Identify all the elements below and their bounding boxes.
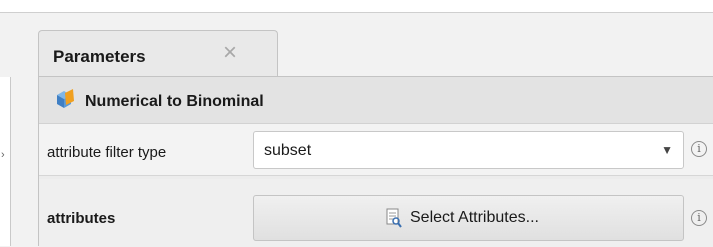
info-icon[interactable]: i bbox=[691, 210, 707, 226]
info-icon[interactable]: i bbox=[691, 141, 707, 157]
chevron-down-icon: ▼ bbox=[661, 143, 673, 157]
tab-parameters[interactable]: Parameters × bbox=[38, 30, 278, 77]
tab-bar: Parameters × bbox=[36, 30, 713, 77]
param-label: attributes bbox=[47, 210, 116, 227]
top-divider bbox=[0, 0, 713, 13]
parameters-panel: Numerical to Binominal attribute filter … bbox=[38, 76, 713, 247]
operator-header: Numerical to Binominal bbox=[39, 77, 713, 124]
param-label: attribute filter type bbox=[47, 144, 167, 161]
operator-cube-icon bbox=[57, 89, 74, 108]
collapse-icon[interactable]: › bbox=[1, 149, 5, 161]
select-attributes-button[interactable]: Select Attributes... bbox=[253, 195, 684, 241]
close-icon[interactable]: × bbox=[223, 41, 237, 65]
button-label: Select Attributes... bbox=[410, 209, 539, 226]
attribute-selector-icon bbox=[386, 208, 402, 228]
operator-title: Numerical to Binominal bbox=[85, 93, 264, 110]
left-side-panel[interactable]: › bbox=[0, 77, 11, 246]
attribute-filter-type-select[interactable]: subset ▼ bbox=[253, 131, 684, 169]
param-row-attribute-filter-type: attribute filter type subset ▼ i bbox=[39, 124, 713, 176]
select-value: subset bbox=[264, 142, 312, 159]
param-row-attributes: attributes Select Attributes... i bbox=[39, 179, 713, 247]
tab-label: Parameters bbox=[53, 47, 146, 66]
